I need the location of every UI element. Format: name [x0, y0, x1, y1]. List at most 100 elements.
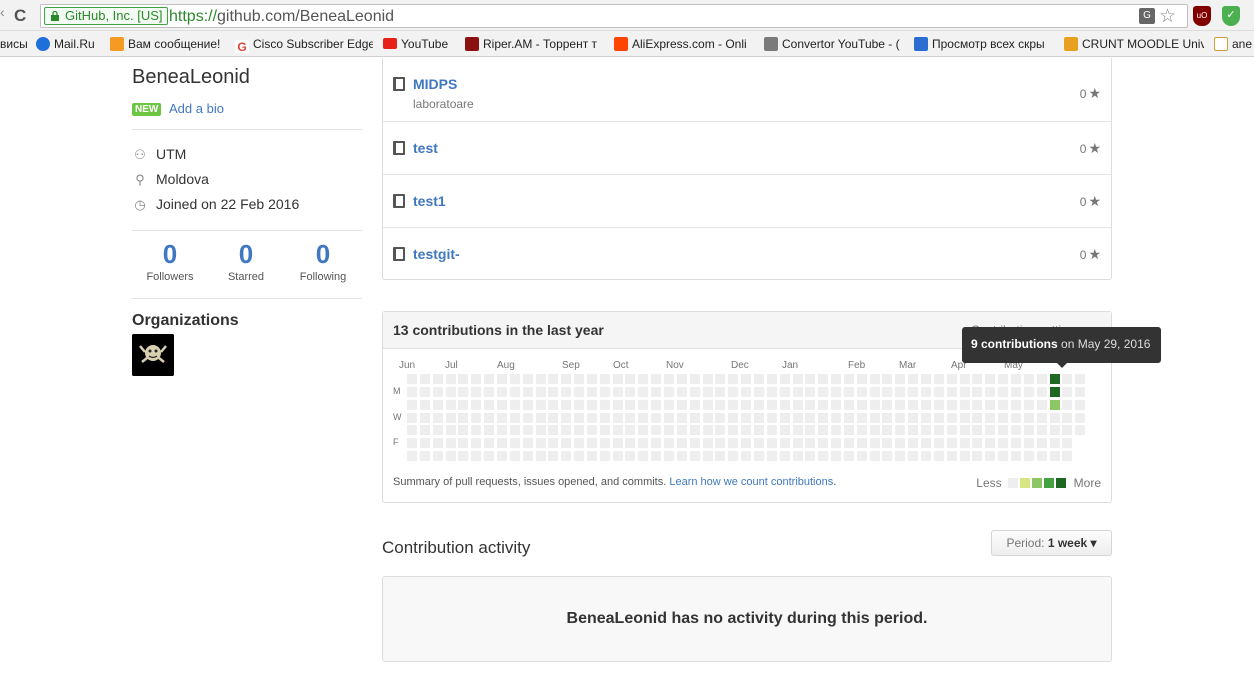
contribution-day-cell[interactable]: [432, 386, 443, 397]
contribution-day-cell[interactable]: [998, 451, 1009, 462]
contribution-day-cell[interactable]: [548, 399, 559, 410]
contribution-day-cell[interactable]: [921, 386, 931, 397]
contribution-day-cell[interactable]: [599, 451, 610, 462]
contribution-day-cell[interactable]: [1075, 399, 1086, 410]
contribution-day-cell[interactable]: [843, 412, 854, 423]
contribution-day-cell[interactable]: [1049, 438, 1060, 449]
contribution-day-cell[interactable]: [728, 399, 739, 410]
contribution-day-cell[interactable]: [985, 374, 996, 384]
contribution-day-cell[interactable]: [445, 438, 456, 449]
contribution-day-cell[interactable]: [664, 374, 674, 384]
contribution-day-cell[interactable]: [959, 374, 970, 384]
contribution-day-cell[interactable]: [921, 438, 931, 449]
contribution-day-cell[interactable]: [766, 438, 777, 449]
translate-icon[interactable]: G: [1139, 8, 1155, 24]
contribution-day-cell[interactable]: [702, 386, 713, 397]
repository-stars[interactable]: 0 ★: [1080, 85, 1101, 102]
contribution-day-cell[interactable]: [702, 451, 713, 462]
contribution-day-cell[interactable]: [509, 451, 520, 462]
contribution-day-cell[interactable]: [998, 386, 1009, 397]
contribution-day-cell[interactable]: [843, 399, 854, 410]
contribution-day-cell[interactable]: [715, 438, 726, 449]
contribution-day-cell[interactable]: [574, 451, 585, 462]
contribution-day-cell[interactable]: [561, 374, 572, 384]
contribution-day-cell[interactable]: [702, 438, 713, 449]
contribution-day-cell[interactable]: [805, 386, 816, 397]
contribution-day-cell[interactable]: [1049, 425, 1060, 436]
contribution-day-cell[interactable]: [728, 386, 739, 397]
ublock-extension-icon[interactable]: uO: [1193, 6, 1211, 26]
contribution-day-cell[interactable]: [625, 374, 636, 384]
contribution-day-cell[interactable]: [972, 399, 983, 410]
contribution-day-cell[interactable]: [792, 386, 803, 397]
contribution-day-cell[interactable]: [548, 425, 559, 436]
contribution-day-cell[interactable]: [985, 386, 996, 397]
contribution-day-cell[interactable]: [856, 399, 867, 410]
contribution-day-cell[interactable]: [625, 425, 636, 436]
contribution-day-cell[interactable]: [779, 399, 790, 410]
contribution-day-cell[interactable]: [445, 425, 456, 436]
contribution-day-cell[interactable]: [535, 412, 546, 423]
contribution-day-cell[interactable]: [882, 374, 893, 384]
following-stat[interactable]: 0 Following: [285, 238, 361, 284]
contribution-day-cell[interactable]: [1036, 386, 1047, 397]
contribution-day-cell[interactable]: [1023, 386, 1034, 397]
contribution-day-cell[interactable]: [728, 425, 739, 436]
contribution-day-cell[interactable]: [651, 425, 662, 436]
contribution-day-cell[interactable]: [741, 399, 752, 410]
contribution-day-cell[interactable]: [882, 451, 893, 462]
repository-row[interactable]: MIDPS laboratoare 0 ★: [383, 58, 1111, 122]
contribution-day-cell[interactable]: [1023, 425, 1034, 436]
contribution-day-cell[interactable]: [753, 438, 764, 449]
contribution-day-cell[interactable]: [1036, 451, 1047, 462]
contribution-day-cell[interactable]: [959, 451, 970, 462]
contribution-day-cell[interactable]: [1023, 399, 1034, 410]
contribution-day-cell[interactable]: [458, 412, 469, 423]
contribution-day-cell[interactable]: [638, 451, 649, 462]
contribution-day-cell[interactable]: [509, 425, 520, 436]
contribution-day-cell[interactable]: [946, 386, 957, 397]
contribution-day-cell[interactable]: [882, 412, 893, 423]
contribution-day-cell[interactable]: [895, 412, 906, 423]
contribution-day-cell[interactable]: [586, 374, 597, 384]
address-bar[interactable]: GitHub, Inc. [US] https://github.com/Ben…: [40, 4, 1188, 28]
contribution-day-cell[interactable]: [818, 386, 829, 397]
contribution-day-cell[interactable]: [612, 386, 623, 397]
contribution-day-cell[interactable]: [1062, 412, 1073, 423]
contribution-day-cell[interactable]: [908, 412, 919, 423]
contribution-day-cell[interactable]: [869, 374, 880, 384]
contribution-day-cell[interactable]: [908, 374, 919, 384]
contribution-day-cell[interactable]: [818, 412, 829, 423]
contribution-day-cell[interactable]: [805, 374, 816, 384]
period-dropdown-button[interactable]: Period: 1 week ▾: [991, 530, 1112, 556]
contribution-day-cell[interactable]: [471, 412, 482, 423]
contribution-day-cell[interactable]: [933, 438, 944, 449]
contribution-day-cell[interactable]: [779, 374, 790, 384]
contribution-day-cell[interactable]: [522, 451, 533, 462]
contribution-day-cell[interactable]: [612, 399, 623, 410]
contribution-day-cell[interactable]: [407, 412, 417, 423]
contribution-day-cell[interactable]: [625, 438, 636, 449]
contribution-day-cell[interactable]: [1075, 374, 1086, 384]
contribution-day-cell[interactable]: [548, 374, 559, 384]
contribution-day-cell[interactable]: [445, 374, 456, 384]
contribution-day-cell[interactable]: [586, 412, 597, 423]
contribution-day-cell[interactable]: [843, 425, 854, 436]
contribution-day-cell[interactable]: [1036, 374, 1047, 384]
contribution-day-cell[interactable]: [638, 425, 649, 436]
contribution-day-cell[interactable]: [612, 425, 623, 436]
contribution-day-cell[interactable]: [1049, 451, 1060, 462]
contribution-day-cell[interactable]: [715, 386, 726, 397]
contribution-day-cell[interactable]: [946, 374, 957, 384]
contribution-day-cell[interactable]: [445, 386, 456, 397]
contribution-day-cell[interactable]: [676, 412, 687, 423]
contribution-day-cell[interactable]: [728, 412, 739, 423]
contribution-day-cell[interactable]: [766, 399, 777, 410]
contribution-day-cell[interactable]: [1036, 438, 1047, 449]
contribution-day-cell[interactable]: [689, 412, 700, 423]
contribution-day-cell[interactable]: [856, 425, 867, 436]
contribution-day-cell[interactable]: [895, 399, 906, 410]
contribution-day-cell[interactable]: [998, 438, 1009, 449]
contribution-day-cell[interactable]: [676, 399, 687, 410]
contribution-day-cell[interactable]: [638, 412, 649, 423]
